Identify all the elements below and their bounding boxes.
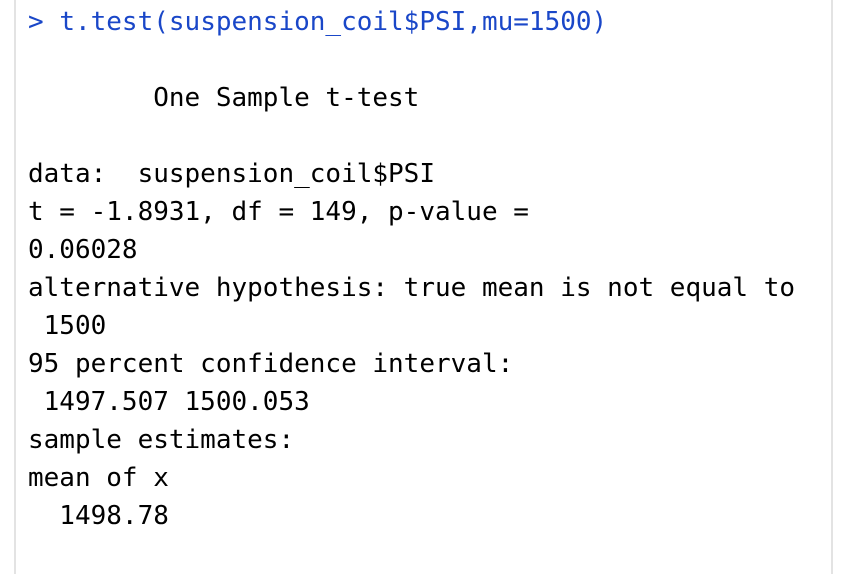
console-left-border: [14, 0, 16, 574]
test-statistics-line: t = -1.8931, df = 149, p-value =: [28, 197, 529, 227]
console-prompt: >: [28, 7, 44, 37]
confidence-interval-label: 95 percent confidence interval:: [28, 349, 514, 379]
r-console-window: > t.test(suspension_coil$PSI,mu=1500) On…: [0, 0, 854, 574]
sample-estimates-header: mean of x: [28, 463, 169, 493]
command-text[interactable]: t.test(suspension_coil$PSI,mu=1500): [59, 7, 607, 37]
test-title: One Sample t-test: [28, 83, 420, 113]
alternative-hypothesis-line: alternative hypothesis: true mean is not…: [28, 273, 796, 303]
sample-estimates-value: 1498.78: [28, 501, 169, 531]
alternative-hypothesis-value: 1500: [28, 311, 107, 341]
p-value-line: 0.06028: [28, 235, 138, 265]
confidence-interval-values: 1497.507 1500.053: [28, 387, 310, 417]
data-line: data: suspension_coil$PSI: [28, 159, 435, 189]
sample-estimates-label: sample estimates:: [28, 425, 295, 455]
command-line[interactable]: > t.test(suspension_coil$PSI,mu=1500): [28, 5, 607, 39]
console-right-border: [831, 0, 833, 574]
